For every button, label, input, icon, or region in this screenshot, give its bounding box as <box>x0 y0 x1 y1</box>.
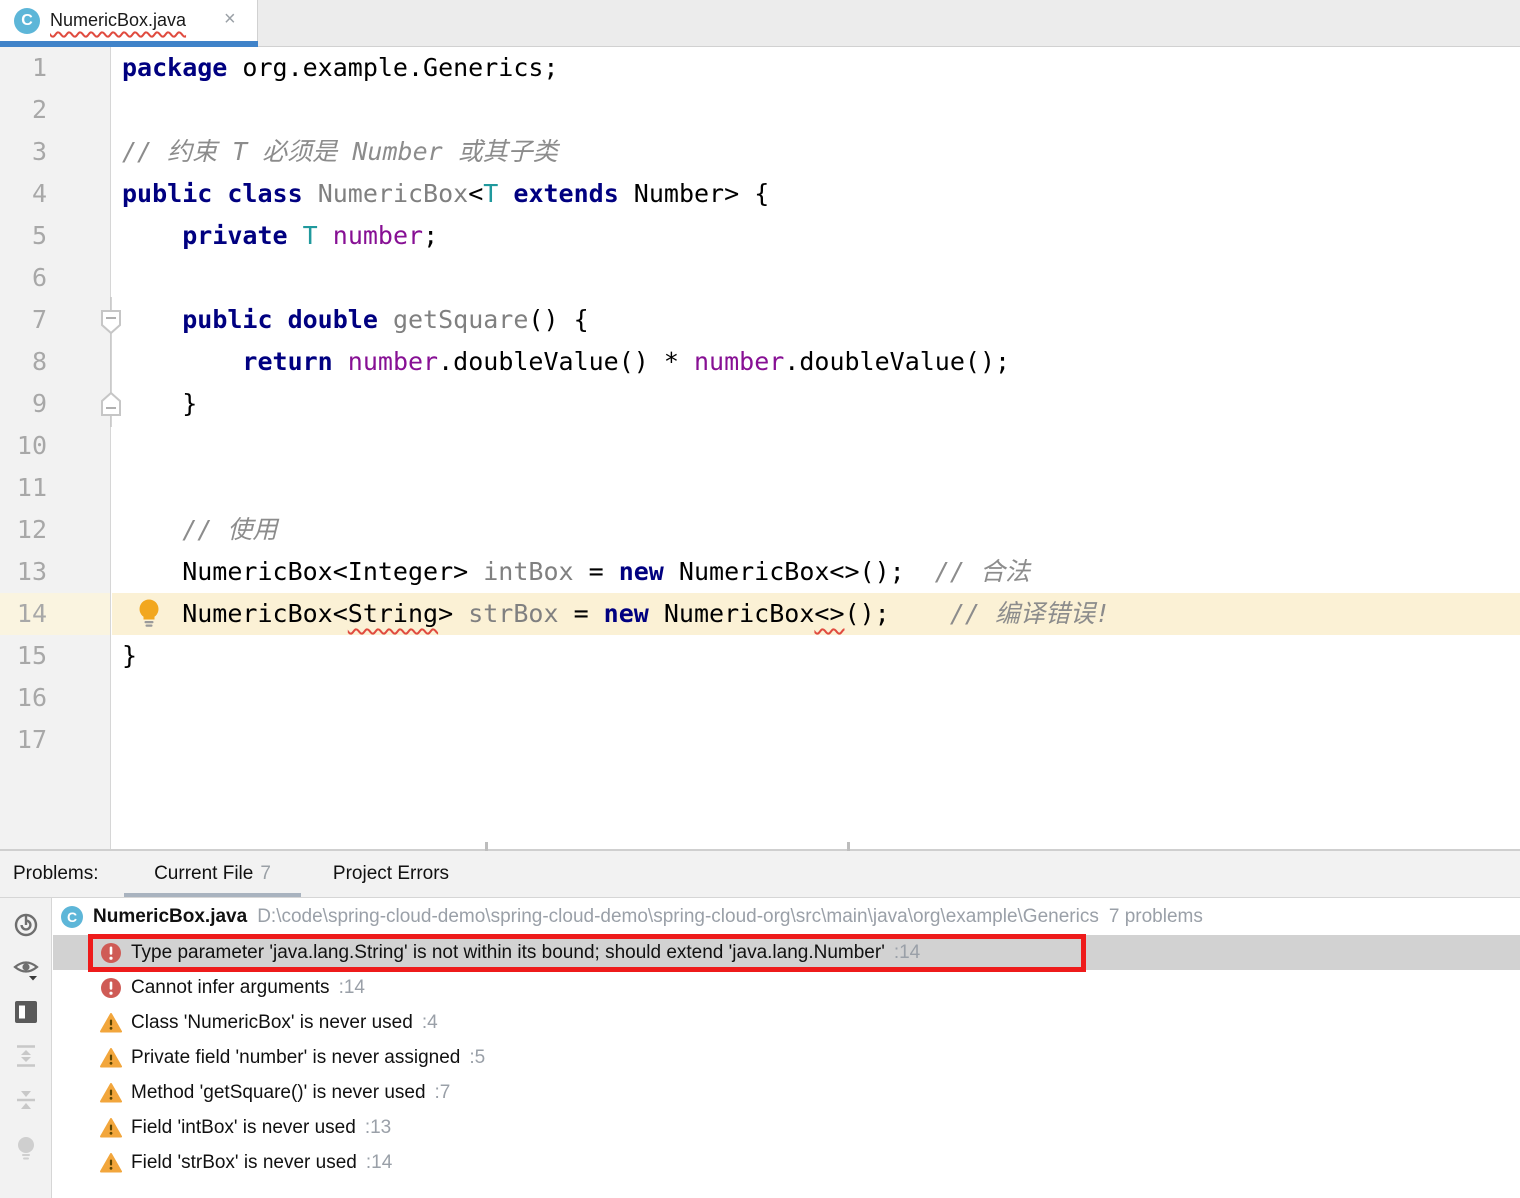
tab-current-file-count: 7 <box>260 863 271 884</box>
problem-row[interactable]: Class 'NumericBox' is never used :4 <box>53 1005 1520 1040</box>
line-number-7: 7 <box>31 305 47 334</box>
problems-toolbar <box>0 898 52 1198</box>
code-line-12[interactable]: // 使用 <box>112 509 1520 551</box>
line-number-5: 5 <box>31 221 47 250</box>
problem-line-number: :4 <box>421 1011 438 1033</box>
class-icon: C <box>14 8 40 34</box>
line-number-13: 13 <box>16 557 47 586</box>
line-number-8: 8 <box>31 347 47 376</box>
layout-panel-icon[interactable] <box>13 999 39 1025</box>
problems-tree: C NumericBox.java D:\code\spring-cloud-d… <box>53 898 1520 1198</box>
problem-text: Method 'getSquare()' is never used <box>131 1081 426 1103</box>
tab-current-file-label: Current File <box>154 863 254 884</box>
code-line-4[interactable]: public class NumericBox<T extends Number… <box>112 173 1520 215</box>
line-number-4: 4 <box>31 179 47 208</box>
tab-numericbox-java[interactable]: C NumericBox.java × <box>0 0 258 41</box>
problem-text: Type parameter 'java.lang.String' is not… <box>131 941 885 963</box>
tab-title: NumericBox.java <box>50 10 187 30</box>
problems-header: Problems: Current File 7 Project Errors <box>0 851 1520 898</box>
line-number-16: 16 <box>16 683 47 712</box>
expand-all-icon[interactable] <box>13 1043 39 1069</box>
problem-row[interactable]: Method 'getSquare()' is never used :7 <box>53 1075 1520 1110</box>
line-number-12: 12 <box>16 515 47 544</box>
problems-label: Problems: <box>13 863 99 884</box>
code-line-15[interactable]: } <box>112 635 1520 677</box>
code-editor[interactable]: 1 2 3 4 5 6 7 8 9 10 11 12 13 14 15 16 17 package org.ex… <box>0 47 1520 849</box>
line-number-9: 9 <box>31 389 47 418</box>
warning-icon <box>100 1012 122 1034</box>
line-number-2: 2 <box>31 95 47 124</box>
problem-row[interactable]: Type parameter 'java.lang.String' is not… <box>53 935 1520 970</box>
problem-line-number: :13 <box>364 1116 392 1138</box>
line-number-10: 10 <box>16 431 47 460</box>
ide-window: C NumericBox.java × 1 2 3 4 5 6 7 8 9 10 11 12 13 14 1… <box>0 0 1520 1198</box>
active-problems-tab-indicator <box>124 893 301 897</box>
problem-count-badge: 7 problems <box>1108 905 1203 927</box>
tab-close-icon[interactable]: × <box>224 0 236 38</box>
line-number-1: 1 <box>31 53 47 82</box>
code-pane: package org.example.Generics; // 约束 T 必须是… <box>112 47 1520 849</box>
problem-row[interactable]: Cannot infer arguments :14 <box>53 970 1520 1005</box>
editor-tab-bar: C NumericBox.java × <box>0 0 1520 47</box>
problem-text: Class 'NumericBox' is never used <box>131 1011 413 1033</box>
fold-collapse-up-icon <box>101 391 121 416</box>
warning-icon <box>100 1152 122 1174</box>
code-line-9[interactable]: } <box>112 383 1520 425</box>
problem-text: Field 'intBox' is never used <box>131 1116 356 1138</box>
error-icon <box>100 942 122 964</box>
line-number-6: 6 <box>31 263 47 292</box>
problems-panel: Problems: Current File 7 Project Errors <box>0 851 1520 1198</box>
problem-text: Cannot infer arguments <box>131 976 330 998</box>
class-icon: C <box>61 905 83 928</box>
code-line-13[interactable]: NumericBox<Integer> intBox = new Numeric… <box>112 551 1520 593</box>
warning-icon <box>100 1117 122 1139</box>
problem-text: Field 'strBox' is never used <box>131 1151 357 1173</box>
fold-region-markers[interactable] <box>98 297 124 427</box>
problem-text: Private field 'number' is never assigned <box>131 1046 461 1068</box>
problem-line-number: :14 <box>338 976 365 998</box>
tab-project-errors[interactable]: Project Errors <box>312 851 470 897</box>
fold-collapse-down-icon <box>101 310 121 335</box>
code-line-14[interactable]: NumericBox<String> strBox = new NumericB… <box>112 593 1520 635</box>
problem-line-number: :14 <box>365 1151 393 1173</box>
code-line-7[interactable]: public double getSquare() { <box>112 299 1520 341</box>
problem-line-number: :7 <box>434 1081 451 1103</box>
code-line-3[interactable]: // 约束 T 必须是 Number 或其子类 <box>112 131 1520 173</box>
line-number-15: 15 <box>16 641 47 670</box>
line-number-11: 11 <box>16 473 47 502</box>
error-icon <box>100 977 122 999</box>
problem-file-path: D:\code\spring-cloud-demo\spring-cloud-d… <box>257 905 1099 927</box>
power-circle-icon[interactable] <box>13 912 39 938</box>
preview-eye-icon[interactable] <box>13 955 39 981</box>
problem-file-name: NumericBox.java <box>93 905 248 927</box>
code-line-8[interactable]: return number.doubleValue() * number.dou… <box>112 341 1520 383</box>
line-number-17: 17 <box>16 725 47 754</box>
problem-file-row[interactable]: C NumericBox.java D:\code\spring-cloud-d… <box>53 900 1520 933</box>
code-line-5[interactable]: private T number; <box>112 215 1520 257</box>
splitter-tick <box>485 842 488 851</box>
splitter-tick <box>847 842 850 851</box>
problem-row[interactable]: Field 'intBox' is never used :13 <box>53 1110 1520 1145</box>
quickfix-bulb-disabled-icon[interactable] <box>13 1135 39 1161</box>
problem-line-number: :14 <box>893 941 921 963</box>
warning-icon <box>100 1082 122 1104</box>
problem-line-number: :5 <box>469 1046 486 1068</box>
editor-gutter: 1 2 3 4 5 6 7 8 9 10 11 12 13 14 15 16 17 <box>0 47 111 849</box>
tab-current-file[interactable]: Current File 7 <box>124 851 301 897</box>
line-number-3: 3 <box>31 137 47 166</box>
problem-row[interactable]: Field 'strBox' is never used :14 <box>53 1145 1520 1180</box>
line-number-14: 14 <box>0 593 110 635</box>
code-line-1[interactable]: package org.example.Generics; <box>112 47 1520 89</box>
quickfix-bulb-icon[interactable] <box>136 598 162 630</box>
collapse-all-icon[interactable] <box>13 1087 39 1113</box>
warning-icon <box>100 1047 122 1069</box>
problem-row[interactable]: Private field 'number' is never assigned… <box>53 1040 1520 1075</box>
tab-project-errors-label: Project Errors <box>332 863 450 884</box>
